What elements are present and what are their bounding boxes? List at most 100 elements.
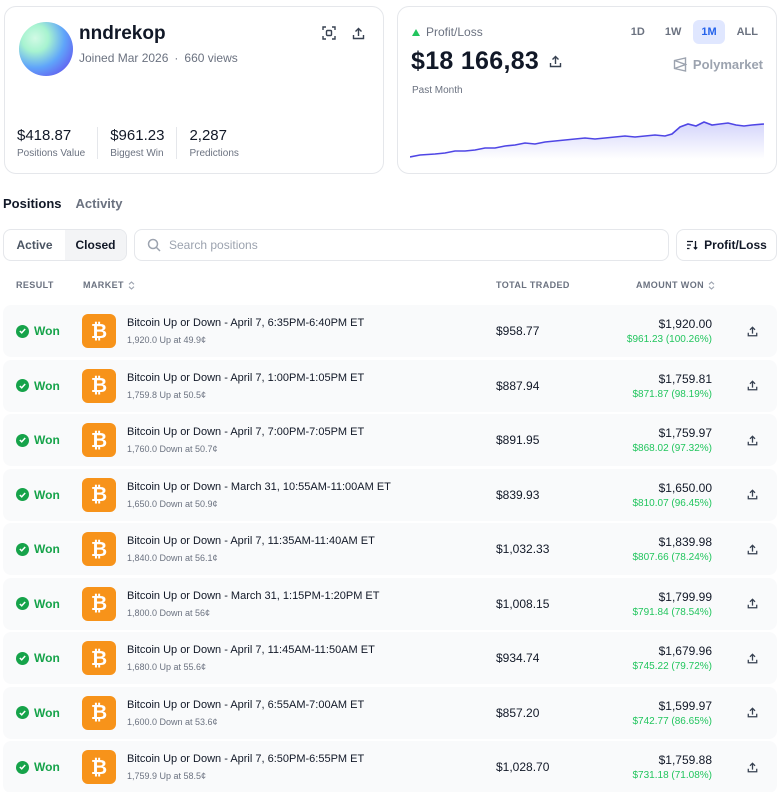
market-title[interactable]: Bitcoin Up or Down - April 7, 6:55AM-7:0… — [127, 699, 364, 711]
filter-active-button[interactable]: Active — [4, 230, 65, 260]
tab-positions[interactable]: Positions — [3, 196, 62, 211]
table-row[interactable]: Won ₿ Bitcoin Up or Down - April 7, 6:35… — [3, 305, 777, 357]
bitcoin-icon: ₿ — [82, 368, 116, 403]
tab-activity[interactable]: Activity — [76, 196, 123, 211]
market-title[interactable]: Bitcoin Up or Down - April 7, 11:45AM-11… — [127, 644, 375, 656]
amount-won: $1,679.96 — [658, 644, 712, 658]
amount-won: $1,599.97 — [658, 698, 712, 713]
share-icon[interactable] — [744, 650, 760, 666]
result-badge: Won — [16, 542, 60, 556]
result-badge: Won — [16, 651, 60, 665]
amount-won: $1,759.97 — [658, 426, 712, 440]
table-row[interactable]: Won ₿ Bitcoin Up or Down - April 7, 6:50… — [3, 741, 777, 792]
market-title[interactable]: Bitcoin Up or Down - April 7, 6:35PM-6:4… — [127, 317, 364, 329]
table-row[interactable]: Won ₿ Bitcoin Up or Down - April 7, 1:00… — [3, 359, 777, 412]
bitcoin-icon: ₿ — [82, 641, 116, 675]
sort-button[interactable]: Profit/Loss — [676, 229, 777, 261]
table-row[interactable]: Won ₿ Bitcoin Up or Down - April 7, 6:55… — [3, 686, 777, 739]
profit-percent: $868.02 (97.32%) — [632, 443, 712, 454]
position-detail: 1,600.0 Down at 53.6¢ — [127, 716, 218, 727]
profit-percent: $810.07 (96.45%) — [632, 497, 712, 509]
share-icon[interactable] — [744, 759, 760, 775]
result-badge: Won — [16, 433, 60, 447]
share-icon[interactable] — [744, 378, 760, 394]
position-detail: 1,759.9 Up at 58.5¢ — [127, 771, 207, 781]
total-traded: $1,008.15 — [496, 596, 550, 611]
total-traded: $958.77 — [496, 324, 540, 338]
amount-won: $1,759.81 — [658, 371, 712, 386]
pnl-chart — [410, 121, 764, 159]
polymarket-icon — [673, 57, 687, 72]
profit-percent: $807.66 (78.24%) — [632, 552, 712, 563]
share-icon[interactable] — [744, 541, 760, 557]
position-detail: 1,680.0 Up at 55.6¢ — [127, 662, 207, 672]
qr-scan-icon[interactable] — [319, 23, 339, 43]
result-badge: Won — [16, 324, 60, 338]
avatar[interactable] — [19, 22, 73, 76]
profit-percent: $742.77 (86.65%) — [632, 715, 712, 727]
total-traded: $934.74 — [496, 651, 540, 665]
result-badge: Won — [16, 706, 60, 720]
bitcoin-icon: ₿ — [82, 532, 116, 566]
table-row[interactable]: Won ₿ Bitcoin Up or Down - April 7, 7:00… — [3, 414, 777, 466]
share-icon[interactable] — [744, 323, 760, 339]
profile-card: nndrekop Joined Mar 2026 · 660 views $418.… — [4, 6, 384, 174]
position-detail: 1,759.8 Up at 50.5¢ — [127, 389, 207, 400]
header-market[interactable]: MARKET — [83, 280, 135, 290]
check-circle-icon — [16, 542, 29, 556]
bitcoin-icon: ₿ — [82, 586, 116, 621]
market-title[interactable]: Bitcoin Up or Down - April 7, 7:00PM-7:0… — [127, 426, 364, 438]
share-icon[interactable] — [744, 432, 760, 448]
position-detail: 1,760.0 Down at 50.7¢ — [127, 444, 218, 454]
market-title[interactable]: Bitcoin Up or Down - April 7, 11:35AM-11… — [127, 535, 375, 547]
table-row[interactable]: Won ₿ Bitcoin Up or Down - April 7, 11:4… — [3, 632, 777, 684]
profile-stats: $418.87 Positions Value $961.23 Biggest … — [17, 127, 263, 159]
amount-won: $1,799.99 — [658, 589, 712, 604]
stat-biggest-win: $961.23 Biggest Win — [110, 127, 178, 159]
range-1m[interactable]: 1M — [693, 20, 725, 44]
profit-percent: $961.23 (100.26%) — [626, 334, 712, 345]
pnl-card: Profit/Loss $18 166,83 Past Month 1D 1W … — [397, 6, 777, 174]
stat-positions-value: $418.87 Positions Value — [17, 127, 99, 159]
range-1w[interactable]: 1W — [657, 20, 690, 44]
header-result: RESULT — [16, 280, 54, 290]
share-icon[interactable] — [744, 596, 760, 612]
share-icon[interactable] — [744, 487, 760, 503]
market-title[interactable]: Bitcoin Up or Down - March 31, 10:55AM-1… — [127, 481, 391, 493]
check-circle-icon — [16, 433, 29, 447]
range-selector: 1D 1W 1M ALL — [623, 20, 766, 44]
position-detail: 1,650.0 Down at 50.9¢ — [127, 498, 218, 509]
market-title[interactable]: Bitcoin Up or Down - April 7, 6:50PM-6:5… — [127, 753, 364, 765]
search-box — [134, 229, 669, 261]
filter-closed-button[interactable]: Closed — [65, 230, 126, 260]
result-badge: Won — [16, 379, 60, 393]
triangle-up-icon — [412, 28, 420, 36]
bitcoin-icon: ₿ — [82, 314, 116, 348]
check-circle-icon — [16, 760, 29, 774]
header-amount-won[interactable]: AMOUNT WON — [636, 280, 715, 290]
search-icon — [147, 238, 161, 252]
table-row[interactable]: Won ₿ Bitcoin Up or Down - April 7, 11:3… — [3, 523, 777, 575]
check-circle-icon — [16, 597, 29, 610]
bitcoin-icon: ₿ — [82, 477, 116, 512]
result-badge: Won — [16, 488, 60, 502]
share-icon[interactable] — [348, 23, 368, 43]
share-icon[interactable] — [744, 705, 760, 721]
stat-predictions: 2,287 Predictions — [189, 127, 239, 159]
range-all[interactable]: ALL — [729, 20, 766, 44]
position-detail: 1,800.0 Down at 56¢ — [127, 607, 211, 618]
table-row[interactable]: Won ₿ Bitcoin Up or Down - March 31, 1:1… — [3, 577, 777, 630]
share-icon[interactable] — [549, 55, 562, 68]
profit-percent: $871.87 (98.19%) — [632, 388, 712, 400]
market-title[interactable]: Bitcoin Up or Down - April 7, 1:00PM-1:0… — [127, 372, 364, 384]
total-traded: $857.20 — [496, 705, 540, 720]
search-input[interactable] — [169, 238, 629, 252]
profit-percent: $731.18 (71.08%) — [632, 770, 712, 781]
profit-percent: $791.84 (78.54%) — [632, 606, 712, 618]
range-1d[interactable]: 1D — [623, 20, 653, 44]
table-row[interactable]: Won ₿ Bitcoin Up or Down - March 31, 10:… — [3, 468, 777, 521]
total-traded: $887.94 — [496, 378, 540, 393]
market-title[interactable]: Bitcoin Up or Down - March 31, 1:15PM-1:… — [127, 590, 379, 602]
amount-won: $1,759.88 — [658, 753, 712, 767]
check-circle-icon — [16, 488, 29, 501]
